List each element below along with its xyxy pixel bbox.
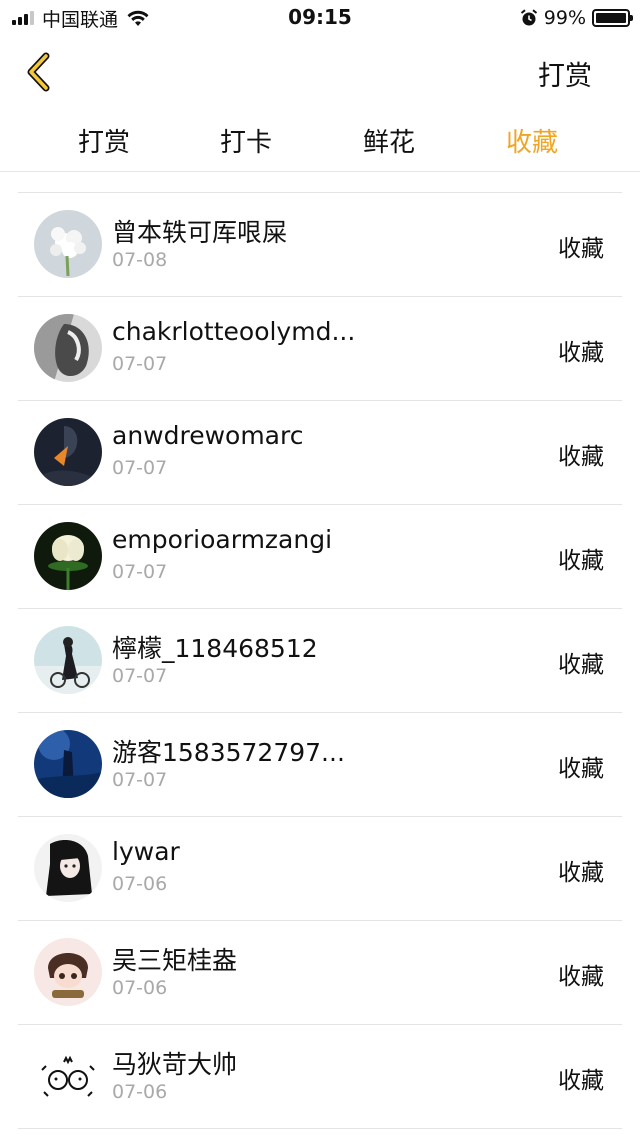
list-item-name: 吴三矩桂盎 bbox=[112, 946, 238, 975]
list-item-date: 07-07 bbox=[112, 457, 168, 479]
list-item-date: 07-07 bbox=[112, 561, 168, 583]
list-item[interactable]: emporioarmzangi 07-07 收藏 bbox=[18, 504, 622, 608]
tab-favorites[interactable]: 收藏 bbox=[506, 122, 558, 159]
avatar bbox=[34, 626, 102, 694]
favorite-button[interactable]: 收藏 bbox=[558, 645, 604, 679]
favorite-button[interactable]: 收藏 bbox=[558, 437, 604, 471]
list-item-name: 游客1583572797... bbox=[112, 738, 345, 767]
favorite-button[interactable]: 收藏 bbox=[558, 957, 604, 991]
list-item-name: lywar bbox=[112, 837, 180, 866]
tab-flowers[interactable]: 鲜花 bbox=[363, 122, 415, 159]
status-bar: 中国联通 09:15 99% bbox=[0, 0, 640, 36]
list-item[interactable]: 马狄苛大帅 07-06 收藏 bbox=[18, 1024, 622, 1128]
list-item-date: 07-06 bbox=[112, 977, 168, 999]
avatar bbox=[34, 314, 102, 382]
avatar bbox=[34, 938, 102, 1006]
favorite-button[interactable]: 收藏 bbox=[558, 229, 604, 263]
nav-bar: 打赏 bbox=[0, 36, 640, 108]
chevron-left-icon bbox=[27, 52, 50, 92]
list-item[interactable]: lywar 07-06 收藏 bbox=[18, 816, 622, 920]
alarm-icon bbox=[520, 9, 537, 26]
list-item[interactable]: anwdrewomarc 07-07 收藏 bbox=[18, 400, 622, 504]
list-item[interactable]: 曾本轶可厍哏屎 07-08 收藏 bbox=[18, 192, 622, 296]
list-item-name: anwdrewomarc bbox=[112, 421, 304, 450]
tab-bar: 打赏 打卡 鲜花 收藏 bbox=[0, 108, 640, 172]
list-item-date: 07-07 bbox=[112, 353, 168, 375]
list-item-name: chakrlotteoolymd... bbox=[112, 317, 356, 346]
avatar bbox=[34, 1042, 102, 1110]
reward-button[interactable]: 打赏 bbox=[538, 54, 592, 93]
avatar bbox=[34, 522, 102, 590]
battery-icon bbox=[592, 9, 633, 27]
list-item[interactable]: 游客1583572797... 07-07 收藏 bbox=[18, 712, 622, 816]
list-item[interactable]: 檸檬_118468512 07-07 收藏 bbox=[18, 608, 622, 712]
list-item-date: 07-08 bbox=[112, 249, 168, 271]
favorite-button[interactable]: 收藏 bbox=[558, 1061, 604, 1095]
avatar bbox=[34, 730, 102, 798]
list-item-date: 07-07 bbox=[112, 769, 168, 791]
favorite-button[interactable]: 收藏 bbox=[558, 541, 604, 575]
favorite-button[interactable]: 收藏 bbox=[558, 333, 604, 367]
avatar bbox=[34, 210, 102, 278]
avatar bbox=[34, 418, 102, 486]
list-item[interactable]: 吴三矩桂盎 07-06 收藏 bbox=[18, 920, 622, 1024]
battery-percent: 99% bbox=[543, 7, 586, 29]
back-button[interactable] bbox=[20, 50, 64, 94]
favorites-list[interactable]: 曾本轶可厍哏屎 07-08 收藏 chakrlotteoolymd... 07-… bbox=[0, 172, 640, 1139]
list-item-date: 07-06 bbox=[112, 1081, 168, 1103]
tab-checkin[interactable]: 打卡 bbox=[220, 122, 272, 159]
list-item[interactable]: chakrlotteoolymd... 07-07 收藏 bbox=[18, 296, 622, 400]
list-divider bbox=[18, 1128, 622, 1138]
list-item-name: 檸檬_118468512 bbox=[112, 634, 318, 663]
status-right: 99% bbox=[520, 6, 633, 30]
list-item-name: emporioarmzangi bbox=[112, 525, 333, 554]
favorite-button[interactable]: 收藏 bbox=[558, 749, 604, 783]
list-item-date: 07-06 bbox=[112, 873, 168, 895]
list-item-name: 马狄苛大帅 bbox=[112, 1050, 238, 1079]
list-item-date: 07-07 bbox=[112, 665, 168, 687]
tab-reward[interactable]: 打赏 bbox=[78, 122, 130, 159]
avatar bbox=[34, 834, 102, 902]
favorite-button[interactable]: 收藏 bbox=[558, 853, 604, 887]
list-item-name: 曾本轶可厍哏屎 bbox=[112, 218, 288, 247]
